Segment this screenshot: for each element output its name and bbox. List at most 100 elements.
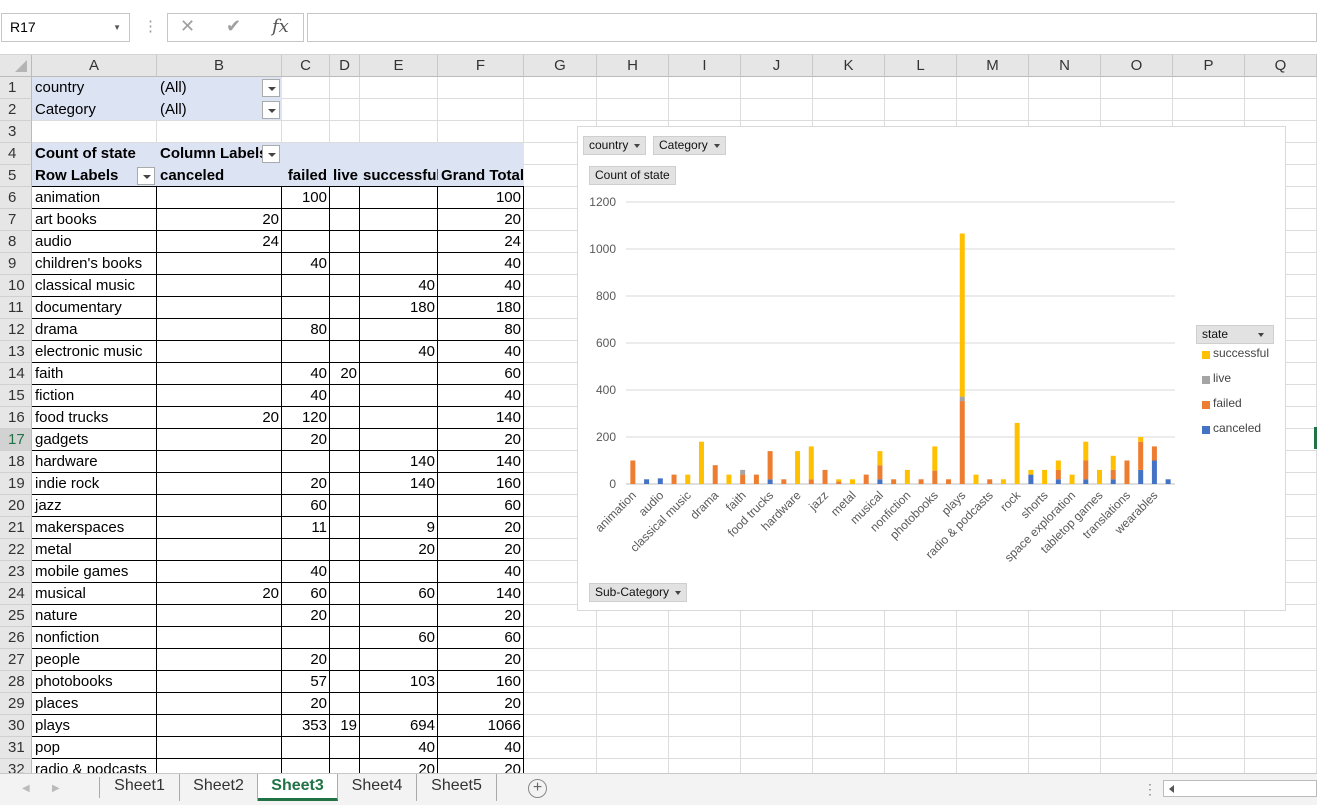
pivot-value-cell[interactable]: 20	[438, 605, 524, 627]
pivot-value-cell[interactable]	[282, 627, 330, 649]
pivot-value-cell[interactable]: 24	[157, 231, 282, 253]
confirm-icon[interactable]: ✔	[226, 16, 241, 37]
row-header[interactable]: 15	[0, 385, 32, 407]
row-header[interactable]: 31	[0, 737, 32, 759]
worksheet-grid[interactable]: A B C D E F G H I J K L M N O P Qcountry (All) Category (Al…	[0, 55, 1317, 773]
pivot-value-cell[interactable]: 40	[438, 341, 524, 363]
pivot-value-cell[interactable]: 40	[438, 253, 524, 275]
pivot-value-cell[interactable]: 40	[282, 561, 330, 583]
pivot-value-cell[interactable]	[360, 561, 438, 583]
row-header[interactable]: 20	[0, 495, 32, 517]
pivot-row-label[interactable]: art books	[32, 209, 157, 231]
pivot-value-cell[interactable]: 103	[360, 671, 438, 693]
pivot-row-label[interactable]: faith	[32, 363, 157, 385]
pivot-row-label[interactable]: gadgets	[32, 429, 157, 451]
pivot-row-label[interactable]: places	[32, 693, 157, 715]
pivot-value-cell[interactable]	[330, 737, 360, 759]
pivot-value-cell[interactable]	[282, 297, 330, 319]
pivot-value-cell[interactable]: 120	[282, 407, 330, 429]
pivot-value-cell[interactable]: 40	[360, 275, 438, 297]
column-header[interactable]: L	[885, 55, 957, 77]
pivot-value-cell[interactable]	[157, 451, 282, 473]
pivot-row-label[interactable]: drama	[32, 319, 157, 341]
split-handle-icon[interactable]: ⋮	[1143, 781, 1157, 798]
row-labels-dropdown[interactable]	[137, 167, 155, 185]
pivot-value-cell[interactable]: 100	[282, 187, 330, 209]
scroll-left-icon[interactable]: ◀	[22, 783, 30, 794]
tab-sheet2[interactable]: Sheet2	[180, 774, 258, 801]
row-header[interactable]: 6	[0, 187, 32, 209]
pivot-row-label[interactable]: audio	[32, 231, 157, 253]
pivot-row-label[interactable]: documentary	[32, 297, 157, 319]
pivot-row-label[interactable]: pop	[32, 737, 157, 759]
pivot-value-cell[interactable]: 20	[438, 759, 524, 773]
pivot-value-cell[interactable]: 20	[438, 209, 524, 231]
pivot-value-cell[interactable]: 20	[330, 363, 360, 385]
column-header[interactable]: I	[669, 55, 741, 77]
pivot-value-cell[interactable]	[330, 561, 360, 583]
pivot-value-cell[interactable]: 1066	[438, 715, 524, 737]
pivot-value-cell[interactable]	[282, 231, 330, 253]
pivot-value-cell[interactable]	[330, 649, 360, 671]
pivot-value-cell[interactable]	[330, 671, 360, 693]
pivot-value-cell[interactable]: 40	[282, 363, 330, 385]
select-all-corner[interactable]	[0, 55, 32, 77]
row-header[interactable]: 9	[0, 253, 32, 275]
pivot-value-cell[interactable]	[157, 275, 282, 297]
pivot-value-cell[interactable]	[360, 319, 438, 341]
pivot-value-cell[interactable]	[157, 759, 282, 773]
pivot-row-label[interactable]: people	[32, 649, 157, 671]
pivot-value-cell[interactable]: 19	[330, 715, 360, 737]
row-header[interactable]: 28	[0, 671, 32, 693]
pivot-row-label[interactable]: hardware	[32, 451, 157, 473]
pivot-row-label[interactable]: classical music	[32, 275, 157, 297]
pivot-value-cell[interactable]	[157, 649, 282, 671]
column-header[interactable]: C	[282, 55, 330, 77]
pivot-value-cell[interactable]	[360, 363, 438, 385]
pivot-value-cell[interactable]: 40	[282, 385, 330, 407]
column-header[interactable]: D	[330, 55, 360, 77]
pivot-value-cell[interactable]	[282, 275, 330, 297]
row-header[interactable]: 21	[0, 517, 32, 539]
pivot-value-cell[interactable]	[282, 209, 330, 231]
row-header[interactable]: 29	[0, 693, 32, 715]
add-sheet-button[interactable]: +	[528, 779, 547, 798]
pivot-value-cell[interactable]: 60	[282, 495, 330, 517]
row-header[interactable]: 3	[0, 121, 32, 143]
pivot-value-cell[interactable]: 20	[282, 429, 330, 451]
pivot-row-label[interactable]: indie rock	[32, 473, 157, 495]
pivot-value-cell[interactable]	[330, 539, 360, 561]
pivot-value-cell[interactable]: 20	[438, 693, 524, 715]
column-labels-dropdown[interactable]	[262, 145, 280, 163]
pivot-value-cell[interactable]: 20	[438, 539, 524, 561]
row-header[interactable]: 18	[0, 451, 32, 473]
pivot-value-cell[interactable]	[282, 737, 330, 759]
pivot-value-cell[interactable]	[330, 319, 360, 341]
pivot-value-cell[interactable]	[330, 231, 360, 253]
column-header[interactable]: M	[957, 55, 1029, 77]
pivot-value-cell[interactable]	[157, 187, 282, 209]
pivot-value-cell[interactable]: 60	[438, 363, 524, 385]
column-header[interactable]: F	[438, 55, 524, 77]
pivot-value-cell[interactable]	[157, 341, 282, 363]
pivot-value-cell[interactable]	[360, 231, 438, 253]
row-header[interactable]: 11	[0, 297, 32, 319]
pivot-value-cell[interactable]: 20	[438, 517, 524, 539]
pivot-value-cell[interactable]: 20	[360, 539, 438, 561]
column-header[interactable]: G	[524, 55, 597, 77]
tab-sheet4[interactable]: Sheet4	[338, 774, 417, 801]
pivot-value-cell[interactable]: 20	[157, 583, 282, 605]
pivot-value-cell[interactable]	[360, 209, 438, 231]
pivot-value-cell[interactable]: 20	[157, 209, 282, 231]
pivot-value-cell[interactable]: 40	[360, 737, 438, 759]
pivot-value-cell[interactable]: 140	[438, 407, 524, 429]
pivot-value-cell[interactable]	[157, 429, 282, 451]
row-header[interactable]: 17	[0, 429, 32, 451]
pivot-value-cell[interactable]	[157, 605, 282, 627]
pivot-value-cell[interactable]: 24	[438, 231, 524, 253]
formula-input[interactable]	[307, 13, 1317, 42]
tab-sheet1[interactable]: Sheet1	[100, 774, 180, 801]
pivot-value-cell[interactable]	[330, 297, 360, 319]
pivot-value-cell[interactable]	[360, 495, 438, 517]
row-header[interactable]: 25	[0, 605, 32, 627]
